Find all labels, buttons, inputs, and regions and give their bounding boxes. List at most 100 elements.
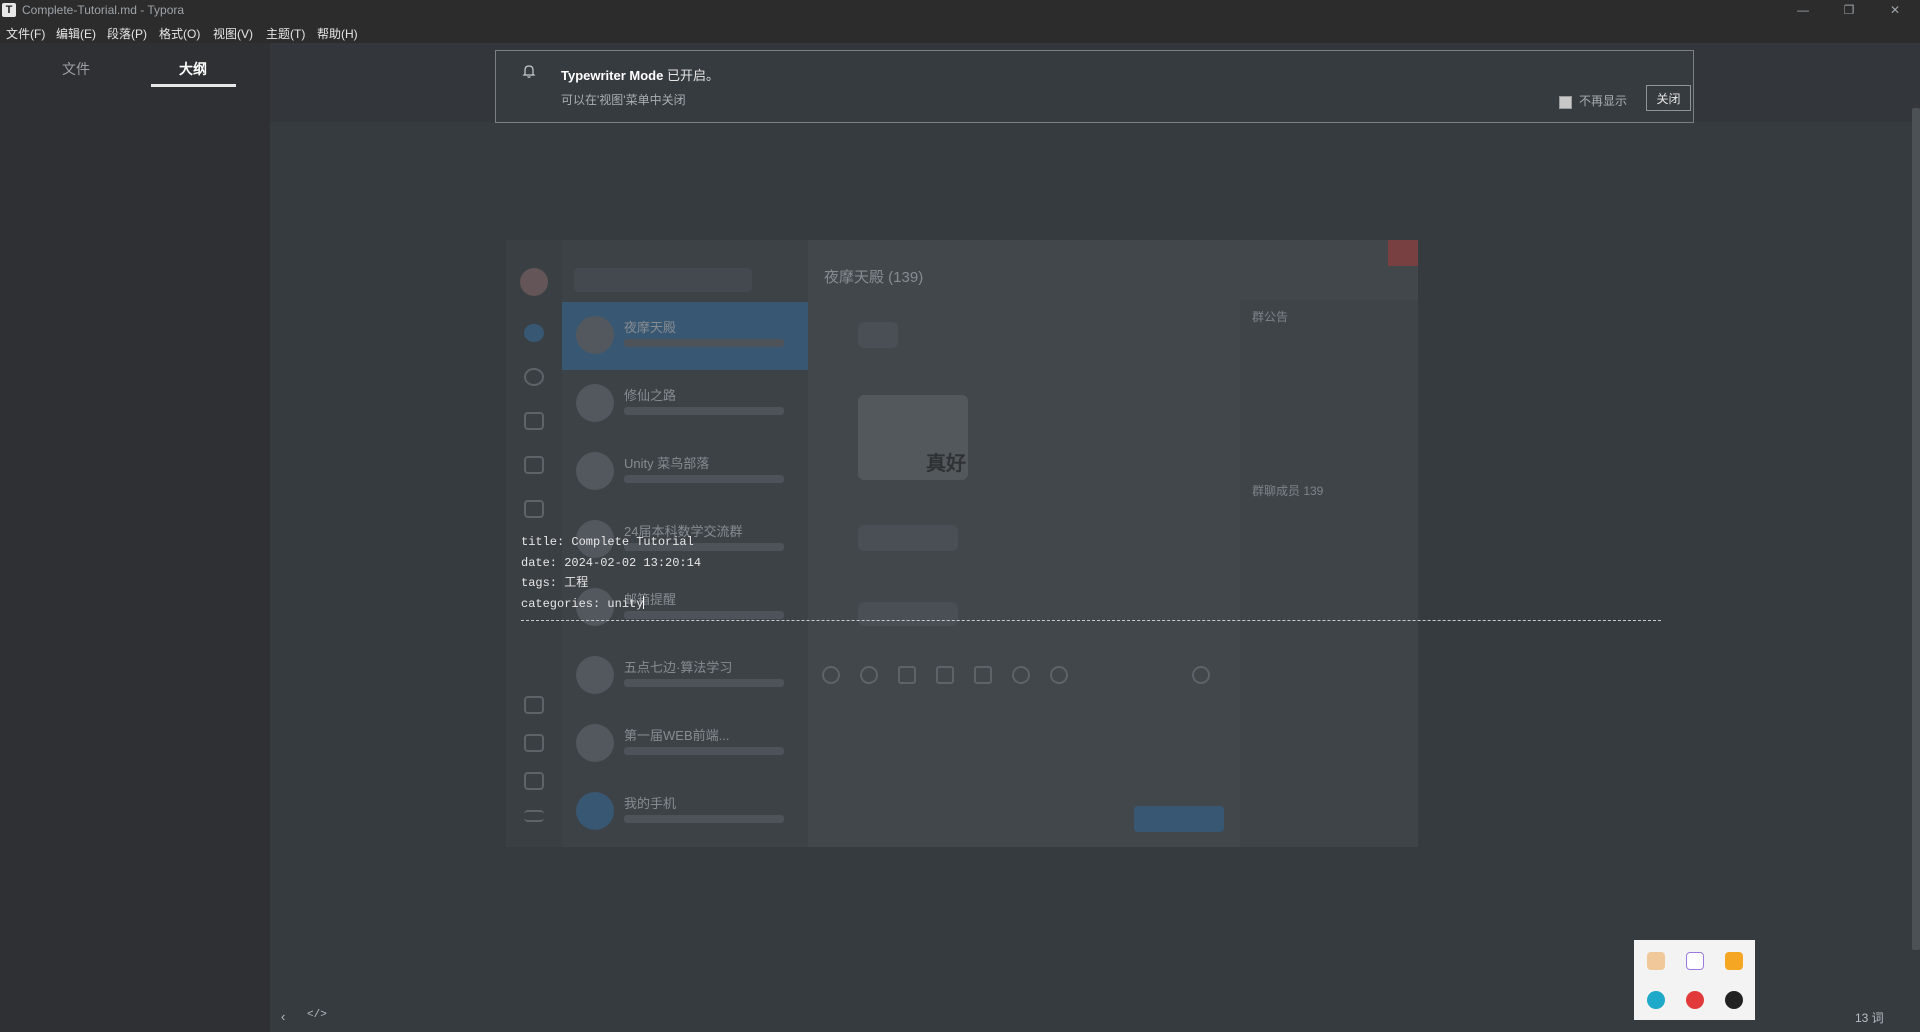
typora-app-icon: T xyxy=(2,3,16,17)
system-tray-overflow xyxy=(1634,940,1755,1020)
conversation-avatar xyxy=(576,316,614,354)
front-matter-line[interactable]: date: 2024-02-02 13:20:14 xyxy=(521,553,701,574)
bell-icon xyxy=(522,65,536,78)
minimize-button[interactable]: — xyxy=(1780,0,1826,21)
notification-subtitle: 可以在'视图'菜单中关闭 xyxy=(561,93,686,107)
chat-title: 夜摩天殿 (139) xyxy=(824,269,924,286)
message-bubble xyxy=(858,322,898,348)
clock-icon xyxy=(1192,666,1210,684)
menu-file[interactable]: 文件(F) xyxy=(6,25,45,42)
conversation-preview xyxy=(624,815,784,823)
chat-icon xyxy=(524,324,544,342)
menu-theme[interactable]: 主题(T) xyxy=(266,25,305,42)
mic-icon xyxy=(1012,666,1030,684)
netease-music-icon[interactable] xyxy=(1686,991,1704,1009)
conversation-name: Unity 菜鸟部落 xyxy=(624,456,710,471)
front-matter-line[interactable]: tags: 工程 xyxy=(521,573,701,594)
conversation-preview xyxy=(624,679,784,687)
image-icon xyxy=(936,666,954,684)
conversation-item: Unity 菜鸟部落 xyxy=(562,438,808,506)
menu-paragraph[interactable]: 段落(P) xyxy=(107,25,147,42)
menu-help[interactable]: 帮助(H) xyxy=(317,25,358,42)
front-matter-line-text[interactable]: categories: unity xyxy=(521,597,643,611)
vertical-scrollbar[interactable] xyxy=(1912,108,1920,950)
typewriter-mode-notification: Typewriter Mode 已开启。 可以在'视图'菜单中关闭 不再显示 关… xyxy=(495,50,1694,123)
conversation-item: 五点七边·算法学习 xyxy=(562,642,808,710)
conversation-item: 我的手机 xyxy=(562,778,808,846)
group-announcement-label: 群公告 xyxy=(1252,310,1289,324)
edge-icon[interactable] xyxy=(1647,991,1665,1009)
notification-title-rest: 已开启。 xyxy=(663,68,719,83)
menu-view[interactable]: 视图(V) xyxy=(213,25,253,42)
conversation-preview xyxy=(624,475,784,483)
word-count[interactable]: 13 词 xyxy=(1855,1009,1884,1026)
tab-outline[interactable]: 大纲 xyxy=(179,59,207,79)
favorites-icon xyxy=(524,772,544,790)
conversation-name: 夜摩天殿 xyxy=(624,320,677,335)
menu-edit[interactable]: 编辑(E) xyxy=(56,25,96,42)
conversation-preview xyxy=(624,747,784,755)
mail-icon xyxy=(524,696,544,714)
robot-icon xyxy=(1050,666,1068,684)
source-code-icon[interactable]: </> xyxy=(307,1009,327,1021)
sticker-text: 真好 xyxy=(926,453,966,475)
front-matter-last-line[interactable]: categories: unity xyxy=(521,594,701,615)
menu-format[interactable]: 格式(O) xyxy=(159,25,200,42)
front-matter-line[interactable]: title: Complete Tutorial xyxy=(521,532,701,553)
dont-show-again-checkbox[interactable] xyxy=(1559,96,1572,109)
orange-app-icon[interactable] xyxy=(1725,952,1743,970)
emoji-icon xyxy=(822,666,840,684)
star-icon xyxy=(524,412,544,430)
qq-icon[interactable] xyxy=(1725,991,1743,1009)
qq-close-icon xyxy=(1388,240,1418,266)
close-notification-button[interactable]: 关闭 xyxy=(1646,85,1691,111)
message-bubble xyxy=(858,602,958,626)
close-window-button[interactable]: ✕ xyxy=(1872,0,1918,21)
notification-title-bold: Typewriter Mode xyxy=(561,68,664,83)
bookmark-icon xyxy=(524,500,544,518)
qq-user-avatar xyxy=(520,268,548,296)
window-title: Complete-Tutorial.md - Typora xyxy=(22,3,185,17)
message-bubble xyxy=(858,525,958,551)
conversation-name: 第一届WEB前端... xyxy=(624,728,730,743)
panda-sticker-image: 真好 xyxy=(858,395,968,480)
chevron-left-icon[interactable]: ‹ xyxy=(281,1009,285,1024)
qq-chat-window: 夜摩天殿 (139) 真好 群公告 群聊成员 139 xyxy=(808,240,1418,847)
menu-bar: 文件(F) 编辑(E) 段落(P) 格式(O) 视图(V) 主题(T) 帮助(H… xyxy=(0,21,1920,43)
dont-show-again-label[interactable]: 不再显示 xyxy=(1579,92,1627,109)
conversation-item: 夜摩天殿 xyxy=(562,302,808,370)
conversation-item: 修仙之路 xyxy=(562,370,808,438)
conversation-avatar xyxy=(576,384,614,422)
title-bar: T Complete-Tutorial.md - Typora — ❐ ✕ xyxy=(0,0,1920,21)
folder-icon xyxy=(524,734,544,752)
menu-icon xyxy=(524,810,544,822)
contacts-icon xyxy=(524,368,544,386)
conversation-preview xyxy=(624,339,784,347)
text-cursor xyxy=(643,595,645,609)
active-tab-indicator xyxy=(151,84,236,87)
group-info-panel: 群公告 群聊成员 139 xyxy=(1240,300,1418,847)
front-matter-divider xyxy=(521,620,1661,621)
conversation-preview xyxy=(624,407,784,415)
conversation-name: 五点七边·算法学习 xyxy=(624,660,733,675)
scissors-icon xyxy=(860,666,878,684)
yaml-front-matter[interactable]: title: Complete Tutorial date: 2024-02-0… xyxy=(521,532,701,614)
group-members-label: 群聊成员 139 xyxy=(1252,484,1324,498)
cat-app-icon[interactable] xyxy=(1647,952,1665,970)
gift-icon xyxy=(974,666,992,684)
restore-button[interactable]: ❐ xyxy=(1826,0,1872,21)
p-app-icon[interactable] xyxy=(1686,952,1704,970)
conversation-avatar xyxy=(576,656,614,694)
conversation-avatar xyxy=(576,724,614,762)
hash-icon xyxy=(524,456,544,474)
qq-search-box xyxy=(574,268,752,292)
conversation-avatar xyxy=(576,452,614,490)
conversation-avatar xyxy=(576,792,614,830)
conversation-name: 我的手机 xyxy=(624,796,677,811)
send-button xyxy=(1134,806,1224,832)
folder-icon xyxy=(898,666,916,684)
conversation-item: 第一届WEB前端... xyxy=(562,710,808,778)
tab-files[interactable]: 文件 xyxy=(62,59,90,79)
sidebar: 文件 大纲 xyxy=(0,43,270,1032)
notification-title: Typewriter Mode 已开启。 xyxy=(561,65,719,84)
